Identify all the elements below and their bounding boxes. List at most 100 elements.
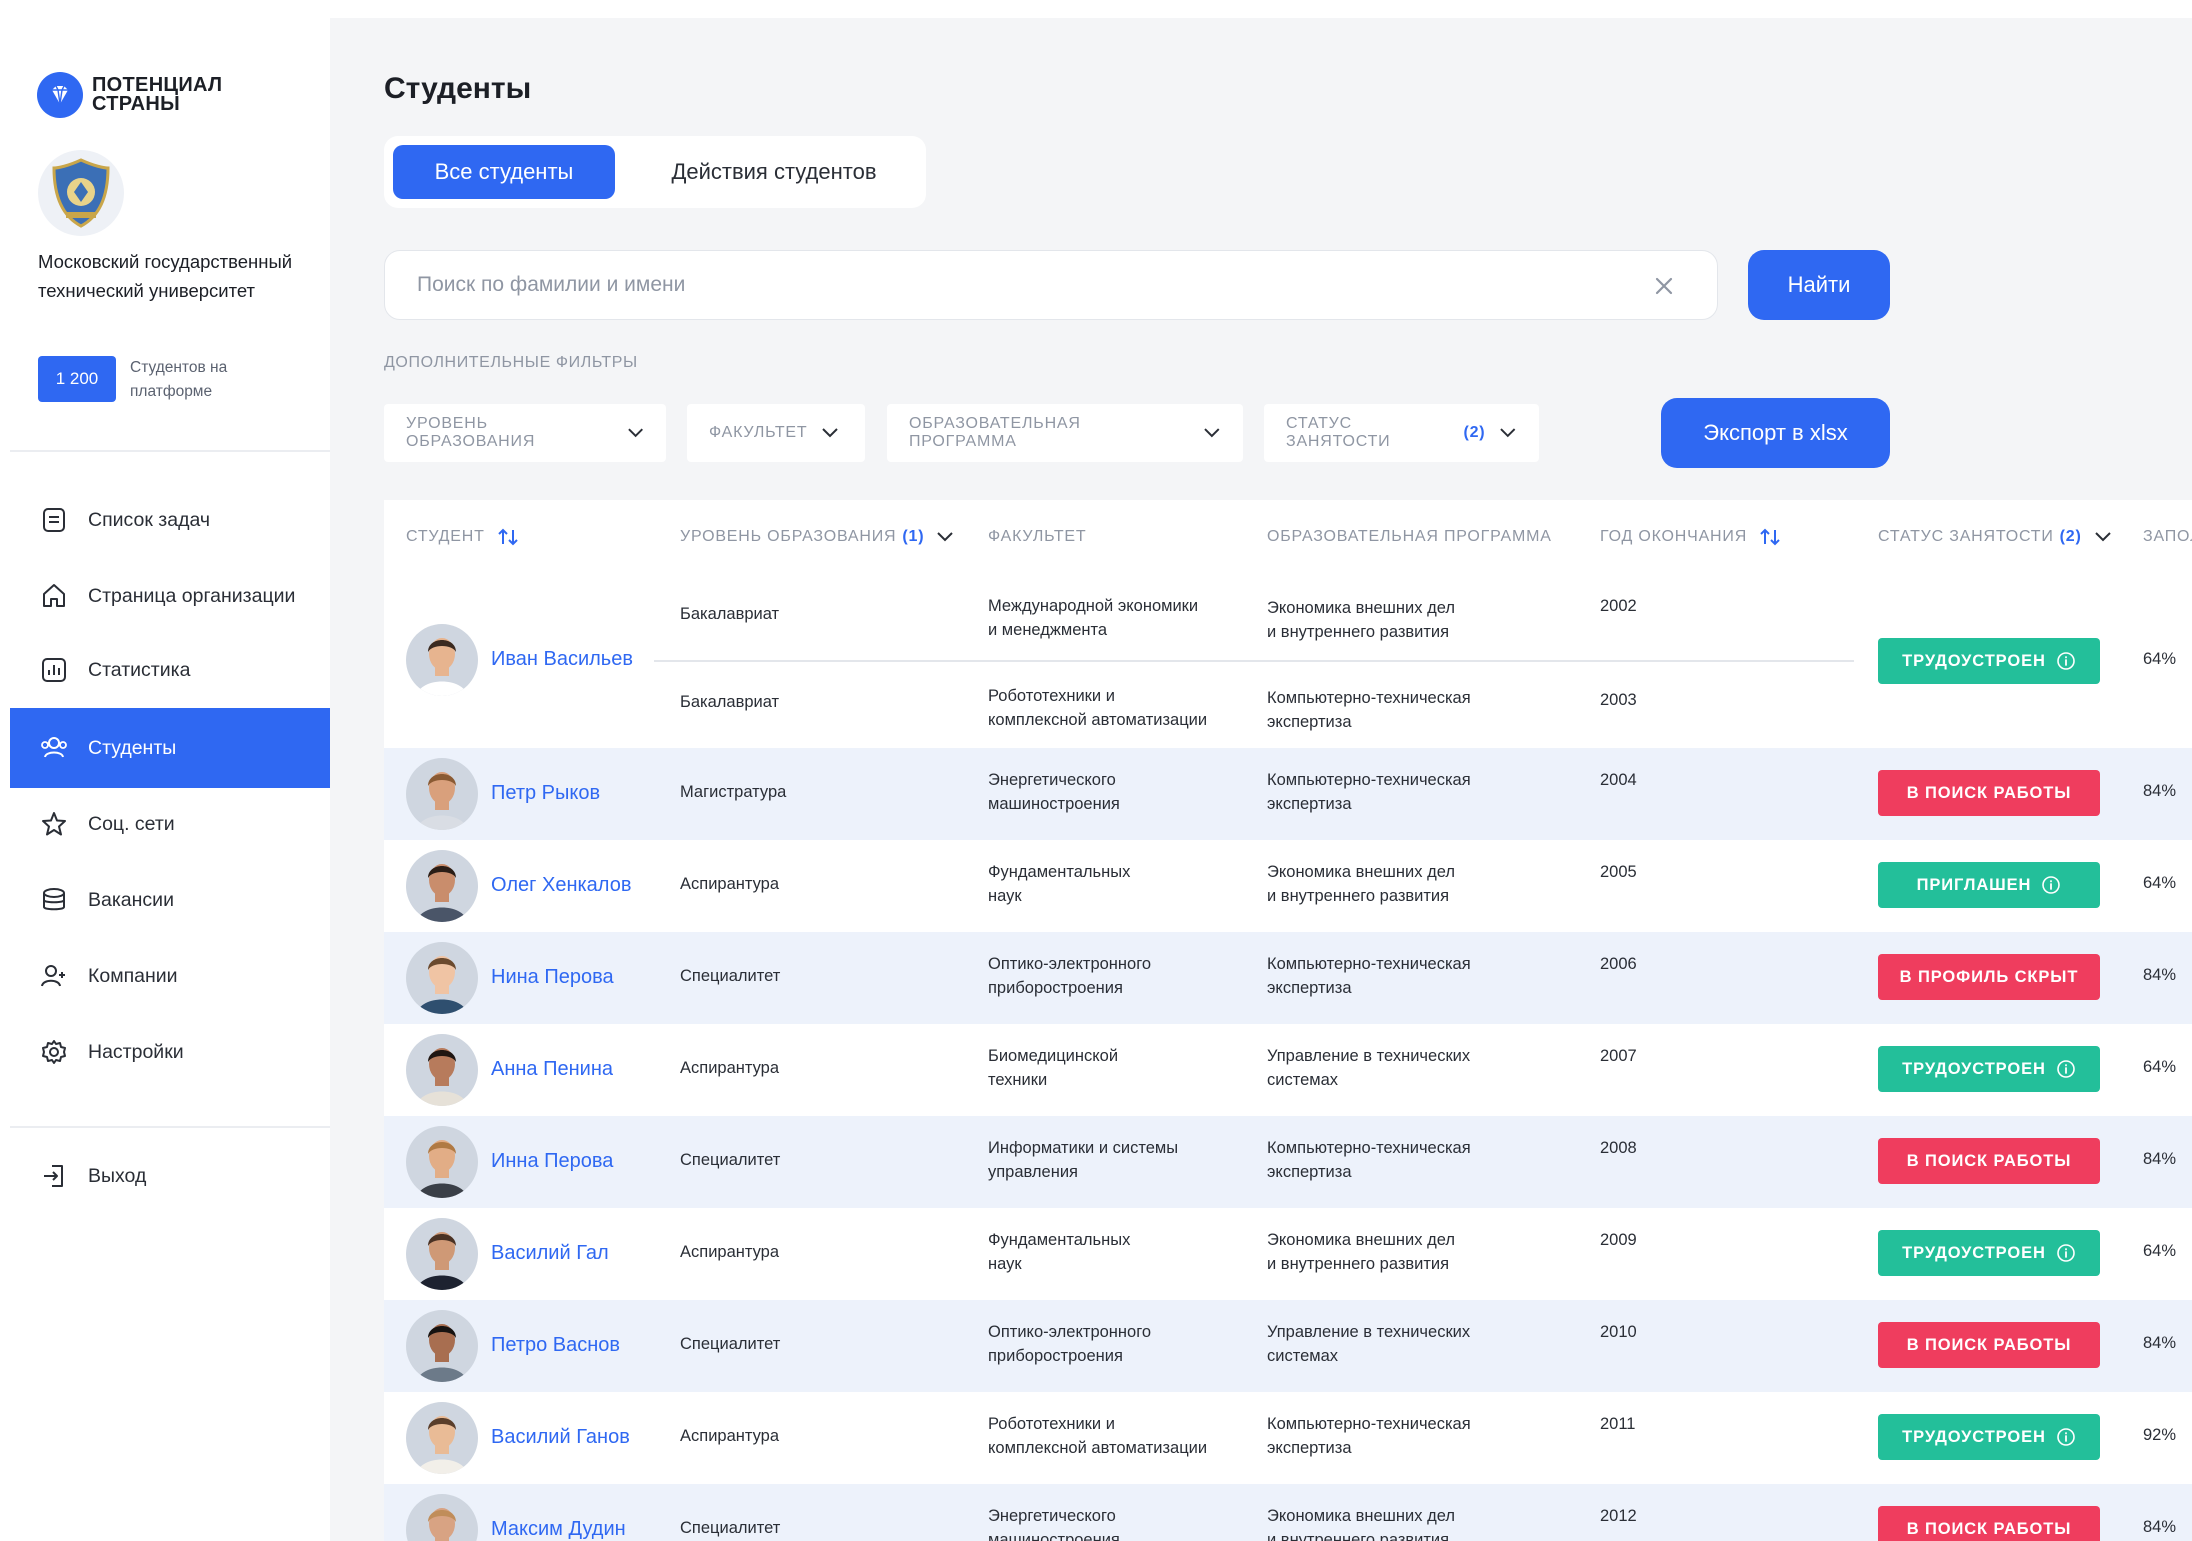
completeness-percent: 84%: [2143, 966, 2177, 984]
faculty-line: Биомедицинской: [988, 1047, 1119, 1065]
filter-education-level[interactable]: УРОВЕНЬ ОБРАЗОВАНИЯ: [384, 404, 666, 462]
program-line: Экономика внешних дел: [1267, 1231, 1455, 1249]
completeness-percent: 64%: [2143, 1242, 2177, 1260]
student-name-link[interactable]: Иван Васильев: [491, 648, 633, 671]
faculty-line: Энергетического: [988, 1507, 1116, 1525]
student-name-link[interactable]: Олег Хенкалов: [491, 874, 631, 897]
faculty-line: машиностроения: [988, 795, 1120, 813]
status-label: ТРУДОУСТРОЕН: [1902, 651, 2046, 670]
chevron-down-icon: [1500, 428, 1516, 438]
sidebar-item-label: Статистика: [88, 658, 191, 681]
student-name-link[interactable]: Максим Дудин: [491, 1518, 626, 1541]
filter-faculty[interactable]: ФАКУЛЬТЕТ: [687, 404, 865, 462]
status-badge: В ПОИСК РАБОТЫ: [1878, 770, 2100, 816]
column-education-level[interactable]: УРОВЕНЬ ОБРАЗОВАНИЯ (1): [680, 500, 954, 574]
education-level: Специалитет: [680, 1151, 781, 1169]
info-icon[interactable]: [2041, 875, 2061, 895]
info-icon[interactable]: [2056, 1427, 2076, 1447]
column-count: (2): [2059, 528, 2082, 545]
sidebar-item-organization[interactable]: Страница организации: [10, 556, 330, 636]
tab-bar: Все студенты Действия студентов: [384, 136, 926, 208]
program-line: Компьютерно-техническая: [1267, 771, 1471, 789]
university-name: Московский государственный технический у…: [38, 251, 293, 301]
column-student[interactable]: СТУДЕНТ: [406, 500, 519, 574]
program-line: Экономика внешних дел: [1267, 863, 1455, 881]
faculty-line: Фундаментальных: [988, 863, 1131, 881]
status-badge: В ПОИСК РАБОТЫ: [1878, 1506, 2100, 1541]
find-button[interactable]: Найти: [1748, 250, 1890, 320]
filter-label: УРОВЕНЬ ОБРАЗОВАНИЯ: [406, 415, 536, 450]
sidebar-item-statistics[interactable]: Статистика: [10, 630, 330, 710]
program-line: и внутреннего развития: [1267, 1255, 1450, 1273]
sidebar-item-social[interactable]: Соц. сети: [10, 784, 330, 864]
filter-count: (2): [1463, 424, 1486, 441]
program: Компьютерно-техническая экспертиза: [1267, 1136, 1471, 1184]
student-name-link[interactable]: Инна Перова: [491, 1150, 613, 1173]
completeness-percent: 84%: [2143, 1518, 2177, 1536]
sidebar-item-vacancies[interactable]: Вакансии: [10, 860, 330, 940]
status-badge: ТРУДОУСТРОЕН: [1878, 638, 2100, 684]
student-name-link[interactable]: Петро Васнов: [491, 1334, 620, 1357]
close-icon[interactable]: [1651, 273, 1677, 299]
avatar: [406, 1494, 478, 1541]
filter-employment-status[interactable]: СТАТУС ЗАНЯТОСТИ (2): [1264, 404, 1539, 462]
table-row: Анна Пенина Аспирантура Биомедицинской техн…: [384, 1024, 2192, 1116]
logout-icon: [38, 1160, 70, 1192]
faculty: Оптико-электронного приборостроения: [988, 1320, 1151, 1368]
export-xlsx-button[interactable]: Экспорт в xlsx: [1661, 398, 1890, 468]
program-line: и внутреннего развития: [1267, 1531, 1450, 1541]
diamond-icon: [37, 72, 83, 118]
row-divider: [654, 660, 1854, 662]
sidebar-item-label: Страница организации: [88, 584, 296, 607]
program: Компьютерно-техническая экспертиза: [1267, 1412, 1471, 1460]
sort-icon: [497, 528, 518, 546]
column-employment-status[interactable]: СТАТУС ЗАНЯТОСТИ (2): [1878, 500, 2112, 574]
student-name-link[interactable]: Василий Гал: [491, 1242, 609, 1265]
faculty-line: Фундаментальных: [988, 1231, 1131, 1249]
completeness-percent: 84%: [2143, 1150, 2177, 1168]
status-badge: В ПОИСК РАБОТЫ: [1878, 1138, 2100, 1184]
students-count-label: Студентов на платформе: [130, 359, 228, 400]
faculty-line: Информатики и системы: [988, 1139, 1179, 1157]
column-program: ОБРАЗОВАТЕЛЬНАЯ ПРОГРАММА: [1267, 500, 1552, 574]
column-graduation-year[interactable]: ГОД ОКОНЧАНИЯ: [1600, 500, 1781, 574]
users-icon: [38, 732, 70, 764]
sidebar-item-students[interactable]: Студенты: [10, 708, 330, 788]
faculty: Информатики и системы управления: [988, 1136, 1178, 1184]
faculty-line: Оптико-электронного: [988, 955, 1152, 973]
student-name-link[interactable]: Анна Пенина: [491, 1058, 613, 1081]
status-badge: ТРУДОУСТРОЕН: [1878, 1414, 2100, 1460]
faculty: Фундаментальных наук: [988, 860, 1130, 908]
program-line: Компьютерно-техническая: [1267, 1139, 1471, 1157]
student-name-link[interactable]: Василий Ганов: [491, 1426, 630, 1449]
table-row: Василий Гал Аспирантура Фундаментальных нау…: [384, 1208, 2192, 1300]
column-faculty: ФАКУЛЬТЕТ: [988, 500, 1086, 574]
brand-logo[interactable]: ПОТЕНЦИАЛ СТРАНЫ: [37, 72, 272, 118]
tab-student-actions[interactable]: Действия студентов: [634, 145, 914, 199]
faculty-line: комплексной автоматизации: [988, 1439, 1208, 1457]
sidebar-item-label: Настройки: [88, 1040, 184, 1063]
sidebar-item-tasks[interactable]: Список задач: [10, 480, 330, 560]
sidebar-divider: [10, 450, 330, 452]
status-label: ТРУДОУСТРОЕН: [1902, 1427, 2046, 1446]
education-level: Аспирантура: [680, 1427, 780, 1445]
tab-all-students[interactable]: Все студенты: [393, 145, 615, 199]
logout-button[interactable]: Выход: [10, 1136, 330, 1216]
sidebar-item-companies[interactable]: Компании: [10, 936, 330, 1016]
student-name-link[interactable]: Нина Перова: [491, 966, 614, 989]
faculty-line: комплексной автоматизации: [988, 711, 1208, 729]
program: Экономика внешних дел и внутреннего разви…: [1267, 1504, 1455, 1541]
sidebar-item-settings[interactable]: Настройки: [10, 1012, 330, 1092]
student-name-link[interactable]: Петр Рыков: [491, 782, 600, 805]
column-label: ФАКУЛЬТЕТ: [988, 528, 1087, 545]
filter-program[interactable]: ОБРАЗОВАТЕЛЬНАЯ ПРОГРАММА: [887, 404, 1243, 462]
program-line: экспертиза: [1267, 713, 1352, 731]
program-line: экспертиза: [1267, 979, 1352, 997]
faculty-line: машиностроения: [988, 1531, 1120, 1541]
search-input[interactable]: [417, 273, 1617, 297]
info-icon[interactable]: [2056, 1059, 2076, 1079]
info-icon[interactable]: [2056, 651, 2076, 671]
info-icon[interactable]: [2056, 1243, 2076, 1263]
avatar: [406, 1034, 478, 1106]
column-label: СТАТУС ЗАНЯТОСТИ: [1878, 528, 2054, 545]
